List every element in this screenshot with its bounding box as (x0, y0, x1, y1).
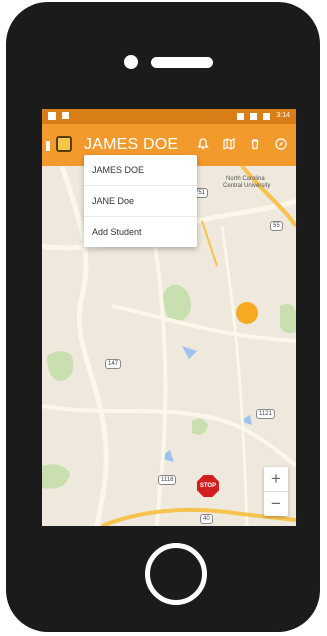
status-bar: 3:14 (42, 109, 296, 124)
route-shield: 147 (105, 359, 122, 369)
menu-item-add-student[interactable]: Add Student (84, 217, 197, 247)
map-label-central-university: Central University (223, 183, 271, 189)
speaker-grille (151, 57, 213, 68)
front-camera (124, 55, 138, 69)
route-shield: 1121 (256, 409, 275, 419)
phone-frame: 3:14 JAMES DOE North Carolina Central Un… (6, 2, 320, 632)
app-bar-actions (196, 137, 288, 151)
home-button[interactable] (145, 543, 207, 605)
battery-icon (263, 112, 271, 120)
route-shield: 40 (200, 514, 213, 524)
notification-icon (62, 112, 69, 119)
map-label-north-carolina: North Carolina (226, 176, 265, 182)
bell-icon[interactable] (196, 137, 210, 151)
location-marker[interactable] (236, 302, 258, 324)
wifi-icon (237, 112, 245, 120)
status-left (48, 112, 69, 120)
drawer-icon[interactable] (46, 141, 50, 151)
status-right: 3:14 (237, 112, 290, 120)
route-shield: 1118 (158, 475, 177, 485)
zoom-in-button[interactable]: + (264, 467, 288, 491)
map-icon[interactable] (222, 137, 236, 151)
image-icon (48, 112, 56, 120)
app-screen: 3:14 JAMES DOE North Carolina Central Un… (42, 109, 296, 526)
compass-icon[interactable] (274, 137, 288, 151)
park-area (280, 304, 296, 334)
status-time: 3:14 (276, 112, 290, 119)
route-shield: 55 (270, 221, 283, 231)
signal-icon (250, 112, 258, 120)
student-selector[interactable]: JAMES DOE (84, 136, 178, 154)
menu-item-jane-doe[interactable]: JANE Doe (84, 186, 197, 217)
student-dropdown-menu: JAMES DOE JANE Doe Add Student (84, 155, 197, 247)
app-logo (56, 136, 72, 152)
zoom-out-button[interactable]: − (264, 491, 288, 516)
zoom-controls: + − (264, 467, 288, 516)
trash-icon[interactable] (248, 137, 262, 151)
menu-item-james-doe[interactable]: JAMES DOE (84, 155, 197, 186)
